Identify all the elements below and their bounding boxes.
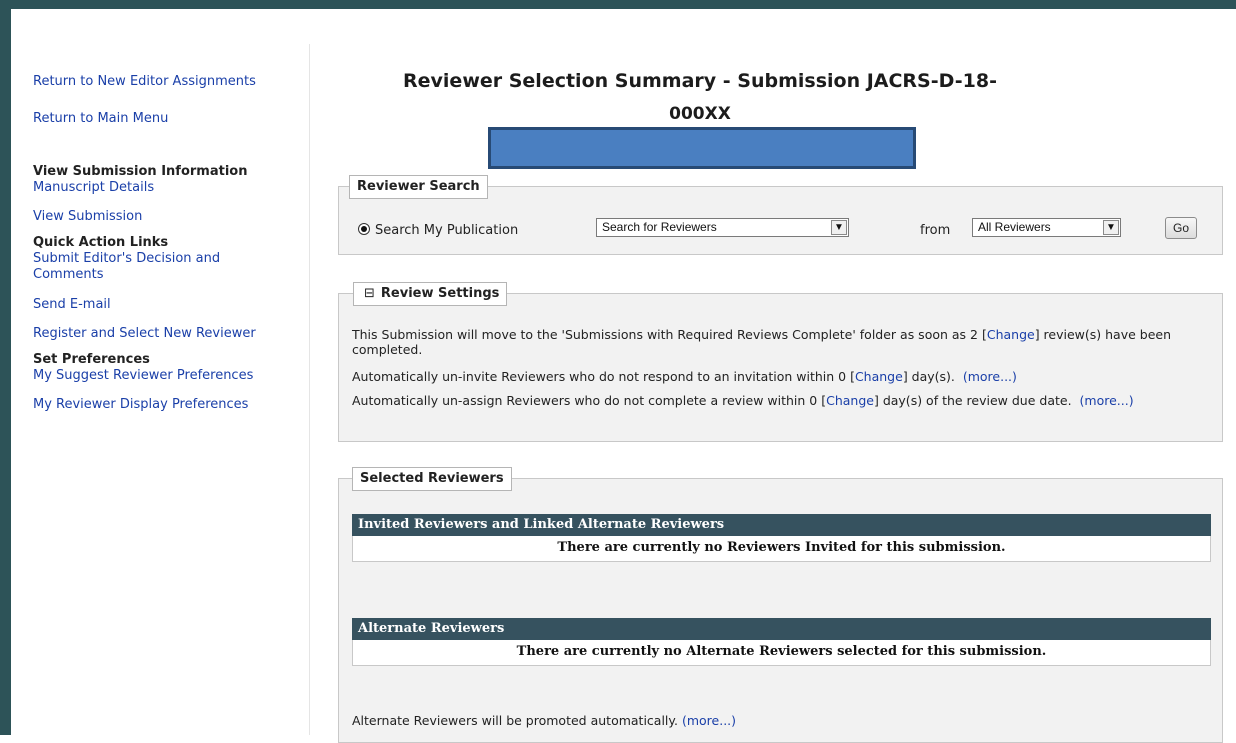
chevron-down-icon: ▼ <box>831 220 847 235</box>
change-required-reviews-link[interactable]: Change <box>987 327 1035 342</box>
search-my-publication-radio[interactable] <box>358 223 370 235</box>
reviewer-display-preferences-link[interactable]: My Reviewer Display Preferences <box>33 397 303 413</box>
suggest-reviewer-preferences-link[interactable]: My Suggest Reviewer Preferences <box>33 368 303 384</box>
view-submission-link[interactable]: View Submission <box>33 209 303 225</box>
uninvite-more-link[interactable]: (more...) <box>963 369 1017 384</box>
review-settings-legend[interactable]: ⊟ Review Settings <box>353 282 508 306</box>
page-title: Reviewer Selection Summary - Submission … <box>403 70 997 92</box>
unassign-rest: ] day(s) of the review due date. <box>873 393 1072 408</box>
review-settings-title: Review Settings <box>380 286 500 301</box>
reviewer-search-panel: Reviewer Search Search My Publication Se… <box>338 175 1223 255</box>
invited-reviewers-header: Invited Reviewers and Linked Alternate R… <box>352 514 1211 536</box>
sidebar-nav: Return to New Editor Assignments Return … <box>33 74 303 413</box>
search-type-value: Search for Reviewers <box>602 220 717 234</box>
search-my-publication-label: Search My Publication <box>375 223 519 238</box>
promote-note: Alternate Reviewers will be promoted aut… <box>352 713 736 728</box>
return-editor-assignments-link[interactable]: Return to New Editor Assignments <box>33 74 303 90</box>
unassign-more-link[interactable]: (more...) <box>1080 393 1134 408</box>
sidebar-divider <box>309 44 310 735</box>
register-new-reviewer-link[interactable]: Register and Select New Reviewer <box>33 326 303 342</box>
go-button[interactable]: Go <box>1165 217 1197 239</box>
redaction-bar <box>488 127 916 169</box>
unassign-setting: Automatically un-assign Reviewers who do… <box>352 393 1212 408</box>
return-main-menu-link[interactable]: Return to Main Menu <box>33 111 303 127</box>
collapse-icon[interactable]: ⊟ <box>364 286 375 301</box>
set-preferences-heading: Set Preferences <box>33 352 150 367</box>
selected-reviewers-legend: Selected Reviewers <box>352 467 512 491</box>
uninvite-rest: ] day(s). <box>902 369 955 384</box>
quick-action-links-heading: Quick Action Links <box>33 235 169 250</box>
change-unassign-link[interactable]: Change <box>826 393 874 408</box>
reviewer-search-legend: Reviewer Search <box>349 175 488 199</box>
change-uninvite-link[interactable]: Change <box>855 369 903 384</box>
unassign-text: Automatically un-assign Reviewers who do… <box>352 393 827 408</box>
manuscript-details-link[interactable]: Manuscript Details <box>33 180 303 196</box>
window-frame-top <box>0 0 1236 9</box>
alternate-reviewers-header: Alternate Reviewers <box>352 618 1211 640</box>
invited-reviewers-empty-message: There are currently no Reviewers Invited… <box>352 536 1211 562</box>
search-type-select[interactable]: Search for Reviewers ▼ <box>596 218 849 237</box>
promote-text: Alternate Reviewers will be promoted aut… <box>352 713 678 728</box>
required-reviews-setting: This Submission will move to the 'Submis… <box>352 327 1212 357</box>
chevron-down-icon: ▼ <box>1103 220 1119 235</box>
view-submission-info-heading: View Submission Information <box>33 164 248 179</box>
uninvite-setting: Automatically un-invite Reviewers who do… <box>352 369 1212 384</box>
selected-reviewers-panel: Selected Reviewers Invited Reviewers and… <box>338 467 1223 743</box>
reviewer-pool-select[interactable]: All Reviewers ▼ <box>972 218 1121 237</box>
submit-editor-decision-link[interactable]: Submit Editor's Decision and Comments <box>33 251 263 283</box>
uninvite-text: Automatically un-invite Reviewers who do… <box>352 369 855 384</box>
from-label: from <box>920 223 951 238</box>
submission-id-suffix: 000XX <box>669 104 731 124</box>
alternate-reviewers-empty-message: There are currently no Alternate Reviewe… <box>352 640 1211 666</box>
review-settings-panel: ⊟ Review Settings This Submission will mo… <box>338 282 1223 442</box>
send-email-link[interactable]: Send E-mail <box>33 297 303 313</box>
promote-more-link[interactable]: (more...) <box>682 713 736 728</box>
window-frame-left <box>0 0 11 735</box>
required-reviews-text: This Submission will move to the 'Submis… <box>352 327 987 342</box>
reviewer-pool-value: All Reviewers <box>978 220 1051 234</box>
